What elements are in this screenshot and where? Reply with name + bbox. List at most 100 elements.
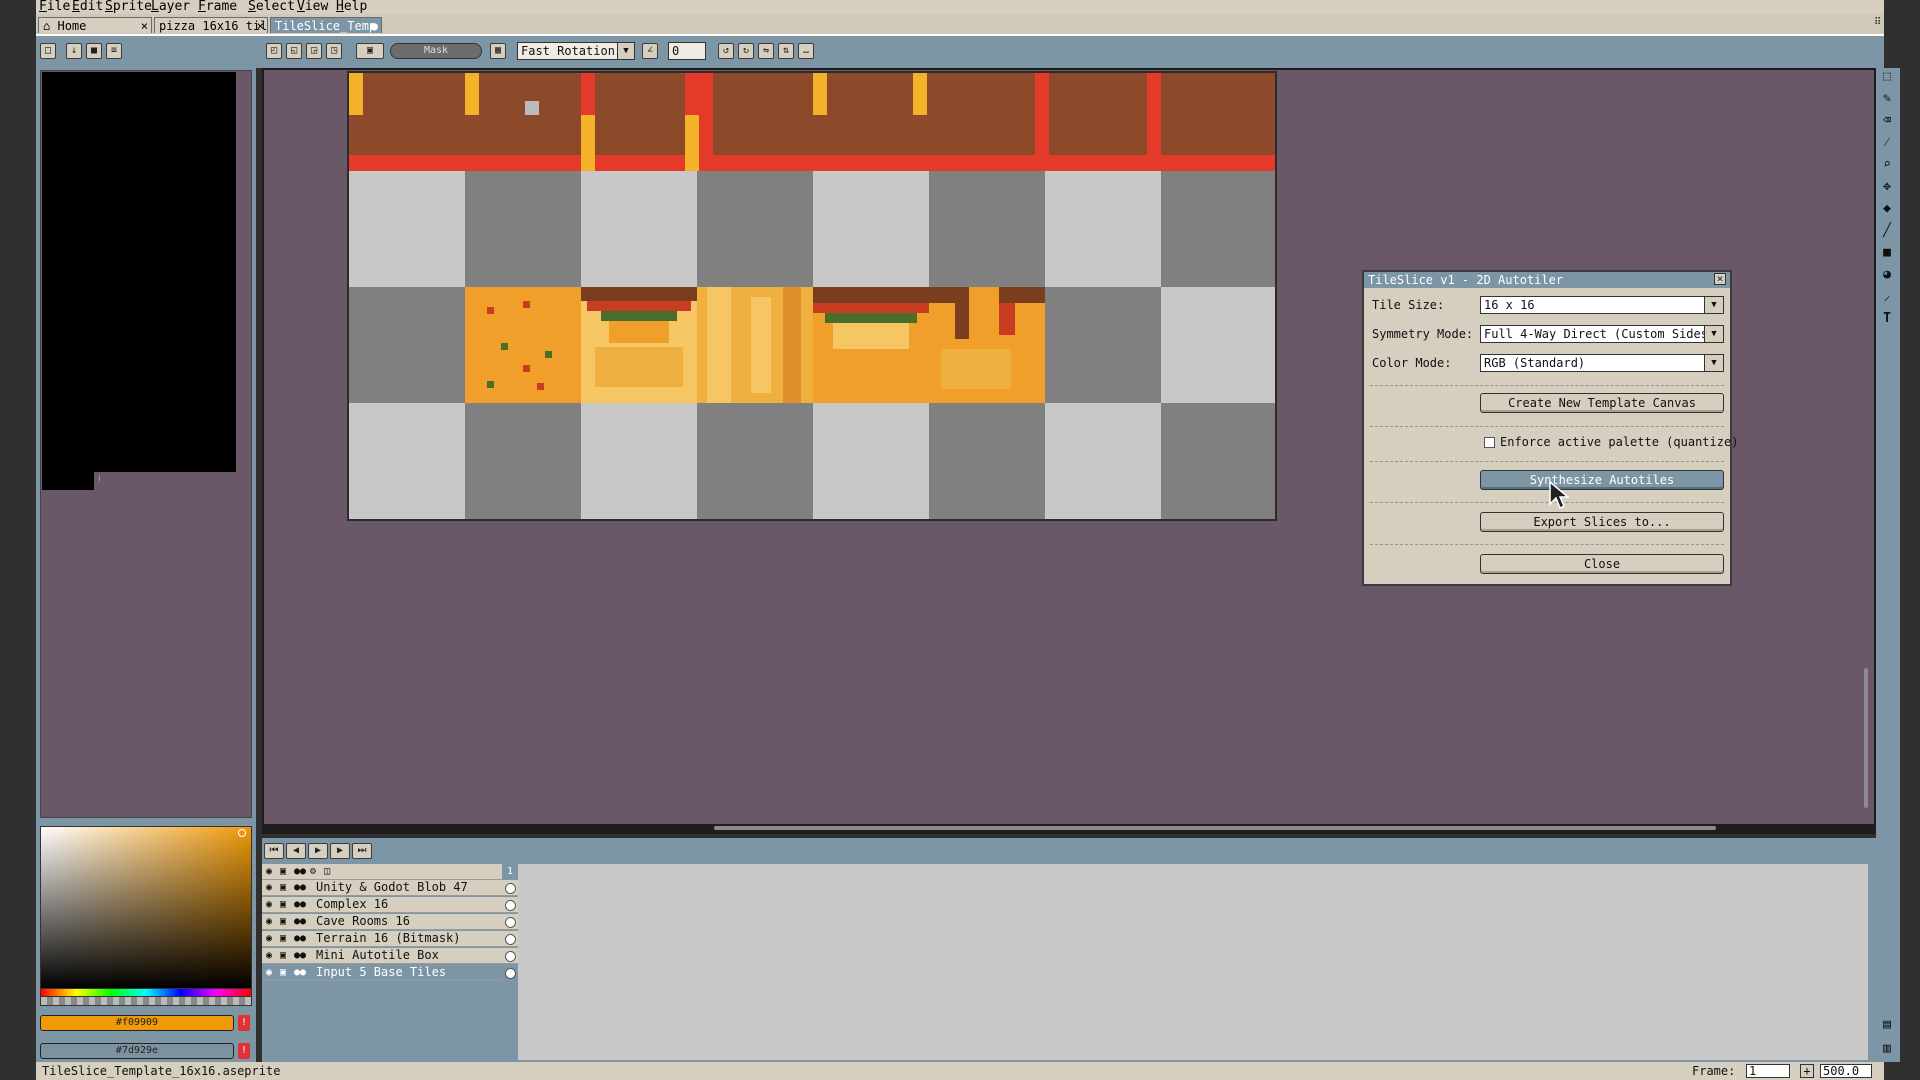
first-frame-icon[interactable]: ⏮ xyxy=(264,843,284,859)
menu-help[interactable]: Help xyxy=(336,0,367,14)
menu-file[interactable]: File xyxy=(39,0,70,14)
tab-home[interactable]: ⌂ Home × xyxy=(38,17,152,33)
eye-icon[interactable]: ◉ xyxy=(266,880,272,895)
play-icon[interactable]: ▶ xyxy=(308,843,328,859)
blur-icon[interactable]: ◕ xyxy=(1878,266,1896,284)
cel[interactable] xyxy=(502,931,518,947)
layer-row[interactable]: ◉ ▣ ●● Unity & Godot Blob 47 xyxy=(262,880,518,896)
cel[interactable] xyxy=(502,914,518,930)
color-mode-select[interactable]: RGB (Standard) ▼ xyxy=(1480,354,1724,372)
lock-icon[interactable]: ▣ xyxy=(280,965,286,980)
save-icon[interactable]: ■ xyxy=(86,43,102,59)
menu-sprite[interactable]: Sprite xyxy=(105,0,152,14)
continuous-icon[interactable]: ●● xyxy=(294,880,306,895)
text-icon[interactable]: T xyxy=(1878,310,1896,328)
layer-row[interactable]: ◉ ▣ ●● Cave Rooms 16 xyxy=(262,914,518,930)
download-icon[interactable]: ↓ xyxy=(66,43,82,59)
hamburger-menu-icon[interactable]: ≡ xyxy=(106,43,122,59)
cel[interactable] xyxy=(502,897,518,913)
tab-menu-icon[interactable]: ⠿ xyxy=(1874,17,1881,28)
layer-row[interactable]: ◉ ▣ ●● Complex 16 xyxy=(262,897,518,913)
continuous-icon[interactable]: ●● xyxy=(294,965,306,980)
continuous-icon[interactable]: ●● xyxy=(294,948,306,963)
eye-icon[interactable]: ◉ xyxy=(266,948,272,963)
pencil-icon[interactable]: ✎ xyxy=(1878,90,1896,108)
selection-add-icon[interactable]: ◱ xyxy=(286,43,302,59)
tab-pizza[interactable]: pizza 16x16 tile × xyxy=(154,17,268,33)
dialog-title-bar[interactable]: TileSlice v1 - 2D Autotiler × xyxy=(1364,272,1730,288)
foreground-palette-warning-icon[interactable]: ! xyxy=(238,1015,250,1031)
menu-select[interactable]: Select xyxy=(248,0,295,14)
lock-icon[interactable]: ▣ xyxy=(280,880,286,895)
eraser-icon[interactable]: ⌫ xyxy=(1878,112,1896,130)
continuous-icon[interactable]: ●● xyxy=(294,914,306,929)
layer-row-selected[interactable]: ◉ ▣ ●● Input 5 Base Tiles xyxy=(262,965,518,981)
last-frame-icon[interactable]: ⏭ xyxy=(352,843,372,859)
tile-size-select[interactable]: 16 x 16 ▼ xyxy=(1480,296,1724,314)
selection-replace-icon[interactable]: ◰ xyxy=(266,43,282,59)
rotation-algorithm-select[interactable]: Fast Rotation ▼ xyxy=(517,42,635,60)
layer-row[interactable]: ◉ ▣ ●● Terrain 16 (Bitmask) xyxy=(262,931,518,947)
continuous-icon[interactable]: ●● xyxy=(294,897,306,912)
brush-icon[interactable]: ⸝ xyxy=(1878,288,1896,306)
horizontal-scrollbar-thumb[interactable] xyxy=(714,826,1716,830)
continuous-icon[interactable]: ●● xyxy=(294,931,306,946)
eye-icon[interactable]: ◉ xyxy=(266,965,272,980)
eye-icon[interactable]: ◉ xyxy=(266,897,272,912)
background-color[interactable]: #7d929e xyxy=(40,1043,234,1059)
enforce-palette-label[interactable]: Enforce active palette (quantize) xyxy=(1500,435,1738,449)
preview-resize-grip-icon[interactable]: ⁞ xyxy=(98,474,101,485)
eye-icon[interactable]: ◉ xyxy=(266,864,272,879)
marquee-icon[interactable]: ⬚ xyxy=(1878,68,1896,86)
cel-selected[interactable] xyxy=(502,965,518,981)
tab-home-close-icon[interactable]: × xyxy=(141,18,148,33)
angle-input[interactable]: 0 xyxy=(668,42,706,60)
sprite-canvas[interactable] xyxy=(347,71,1277,521)
rotate-ccw-icon[interactable]: ↺ xyxy=(718,43,734,59)
menu-layer[interactable]: Layer xyxy=(151,0,190,14)
frame-header-1[interactable]: 1 xyxy=(502,864,518,880)
menu-view[interactable]: View xyxy=(297,0,328,14)
enforce-palette-checkbox[interactable] xyxy=(1484,437,1495,448)
close-button[interactable]: Close xyxy=(1480,554,1724,574)
export-slices-button[interactable]: Export Slices to... xyxy=(1480,512,1724,532)
tab-pizza-close-icon[interactable]: × xyxy=(257,18,264,33)
frame-input[interactable]: 1 xyxy=(1746,1064,1790,1078)
pivot-icon[interactable]: ▣ xyxy=(356,43,384,59)
background-palette-warning-icon[interactable]: ! xyxy=(238,1043,250,1059)
foreground-color[interactable]: #f09909 xyxy=(40,1015,234,1031)
eye-icon[interactable]: ◉ xyxy=(266,914,272,929)
cel[interactable] xyxy=(502,880,518,896)
symmetry-mode-select[interactable]: Full 4-Way Direct (Custom Sides) ▼ xyxy=(1480,325,1724,343)
eyedropper-icon[interactable]: ⁄ xyxy=(1878,134,1896,152)
lock-icon[interactable]: ▣ xyxy=(280,914,286,929)
dialog-close-icon[interactable]: × xyxy=(1714,273,1726,285)
mask-color-button[interactable]: Mask xyxy=(390,43,482,59)
flip-h-icon[interactable]: ⇋ xyxy=(758,43,774,59)
rectangle-icon[interactable]: ■ xyxy=(1878,244,1896,262)
fill-icon[interactable]: ◆ xyxy=(1878,200,1896,218)
tab-tileslice[interactable]: TileSlice_Temp ● xyxy=(270,17,382,33)
color-picker-sv[interactable] xyxy=(40,826,252,990)
lock-icon[interactable]: ▣ xyxy=(280,897,286,912)
layer-row[interactable]: ◉ ▣ ●● Mini Autotile Box xyxy=(262,948,518,964)
create-template-button[interactable]: Create New Template Canvas xyxy=(1480,393,1724,413)
vertical-scrollbar-thumb[interactable] xyxy=(1864,668,1868,808)
rotate-cw-icon[interactable]: ↻ xyxy=(738,43,754,59)
prev-frame-icon[interactable]: ◀ xyxy=(286,843,306,859)
menu-frame[interactable]: Frame xyxy=(198,0,237,14)
layer-settings-icon[interactable]: ⚙ xyxy=(310,864,316,879)
lock-icon[interactable]: ▣ xyxy=(280,864,286,879)
preview-toggle-icon[interactable]: ▥ xyxy=(1878,1040,1896,1058)
tab-tileslice-modified-icon[interactable]: ● xyxy=(371,18,378,33)
move-icon[interactable]: ✥ xyxy=(1878,178,1896,196)
timeline-toggle-icon[interactable]: ▤ xyxy=(1878,1016,1896,1034)
flip-v-icon[interactable]: ⇅ xyxy=(778,43,794,59)
transparent-color-icon[interactable]: ▦ xyxy=(490,43,506,59)
continuous-icon[interactable]: ●● xyxy=(294,864,306,879)
zoom-input[interactable]: 500.0 xyxy=(1820,1064,1872,1078)
new-sprite-icon[interactable]: □ xyxy=(40,43,56,59)
onion-skin-icon[interactable]: ◫ xyxy=(324,864,330,879)
angle-icon[interactable]: ∠ xyxy=(642,43,658,59)
more-options-icon[interactable]: … xyxy=(798,43,814,59)
